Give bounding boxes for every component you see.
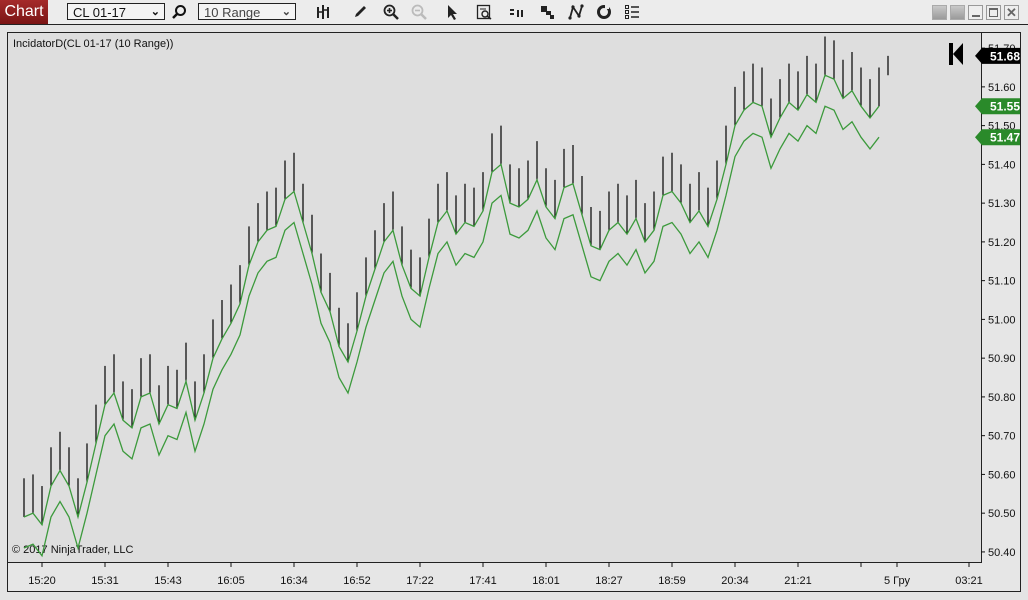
price-tick-label: 50.70 bbox=[988, 431, 1016, 443]
time-tick-label: 21:21 bbox=[784, 575, 812, 587]
band-lines bbox=[23, 74, 880, 558]
price-tick-label: 51.40 bbox=[988, 159, 1016, 171]
price-tick-label: 51.10 bbox=[988, 276, 1016, 288]
time-tick-label: 03:21 bbox=[955, 575, 983, 587]
time-tick-label: 18:59 bbox=[658, 575, 686, 587]
price-tick-label: 50.80 bbox=[988, 392, 1016, 404]
price-tick-label: 50.40 bbox=[988, 547, 1016, 559]
time-tick-label: 16:05 bbox=[217, 575, 245, 587]
time-tick-label: 16:34 bbox=[280, 575, 308, 587]
price-markers: 51.68 51.55 51.47 bbox=[975, 47, 1020, 146]
price-tick-label: 51.00 bbox=[988, 314, 1016, 326]
price-marker-label: 51.55 bbox=[990, 100, 1020, 114]
price-tick-label: 51.20 bbox=[988, 237, 1016, 249]
price-tick-label: 51.30 bbox=[988, 198, 1016, 210]
time-tick-label: 20:34 bbox=[721, 575, 749, 587]
lower-band-line bbox=[23, 105, 880, 558]
time-tick-label: 17:41 bbox=[469, 575, 497, 587]
price-tick-label: 50.60 bbox=[988, 469, 1016, 481]
time-tick-label: 17:22 bbox=[406, 575, 434, 587]
price-tick-label: 51.60 bbox=[988, 82, 1016, 94]
time-tick-label: 5 Гру bbox=[884, 575, 911, 587]
price-marker-label: 51.47 bbox=[990, 131, 1020, 145]
price-marker-label: 51.68 bbox=[990, 49, 1020, 63]
time-tick-label: 18:01 bbox=[532, 575, 560, 587]
price-bars bbox=[23, 36, 889, 525]
time-tick-label: 15:43 bbox=[154, 575, 182, 587]
price-axis: 51.7051.6051.5051.4051.3051.2051.1051.00… bbox=[981, 43, 1016, 559]
time-tick-label: 15:31 bbox=[91, 575, 119, 587]
time-tick-label: 16:52 bbox=[343, 575, 371, 587]
time-tick-label: 15:20 bbox=[28, 575, 56, 587]
scroll-to-end-icon[interactable] bbox=[949, 43, 963, 65]
price-tick-label: 50.50 bbox=[988, 508, 1016, 520]
time-axis: 15:20 15:31 15:43 16:05 16:34 16:52 17:22 17:41… bbox=[28, 562, 983, 587]
price-tick-label: 50.90 bbox=[988, 353, 1016, 365]
upper-band-line bbox=[23, 74, 880, 527]
time-tick-label: 18:27 bbox=[595, 575, 623, 587]
price-chart: 51.7051.6051.5051.4051.3051.2051.1051.00… bbox=[23, 36, 1020, 587]
